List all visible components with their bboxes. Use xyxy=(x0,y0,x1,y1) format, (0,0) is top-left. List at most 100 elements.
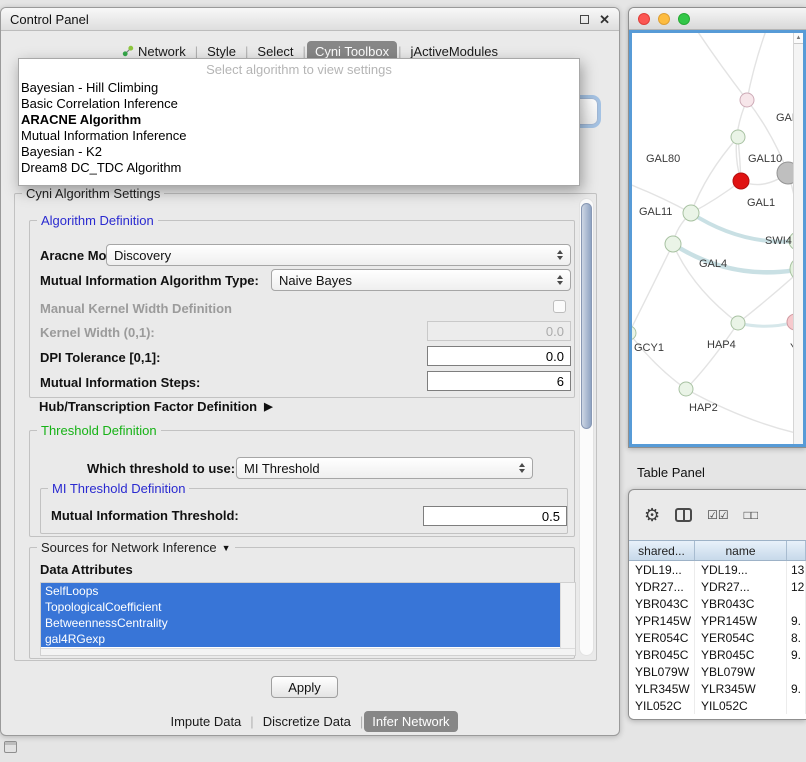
table-cell: 8. xyxy=(787,629,806,646)
column-header[interactable]: name xyxy=(695,541,787,560)
network-node[interactable] xyxy=(683,205,699,221)
mi-threshold-title: MI Threshold Definition xyxy=(48,481,189,496)
column-header[interactable]: shared... xyxy=(629,541,695,560)
table-cell xyxy=(787,697,806,714)
tab-label: jActiveModules xyxy=(411,44,498,59)
network-vertical-scrollbar[interactable]: ▲ xyxy=(793,33,803,444)
algorithm-option[interactable]: Basic Correlation Inference xyxy=(19,96,579,112)
close-icon[interactable]: ✕ xyxy=(599,13,610,26)
algorithm-option[interactable]: Bayesian - Hill Climbing xyxy=(19,80,579,96)
network-titlebar[interactable] xyxy=(629,8,806,30)
network-edge[interactable] xyxy=(673,244,738,323)
network-graph[interactable]: GALGAL80GAL10GAL11GAL1SWI4GAL4GCY1HAP4HA… xyxy=(632,33,793,446)
gear-icon[interactable]: ⚙ xyxy=(644,506,660,524)
attributes-vertical-scrollbar[interactable] xyxy=(560,583,575,648)
network-edge[interactable] xyxy=(747,33,768,100)
algorithm-option[interactable]: Dream8 DC_TDC Algorithm xyxy=(19,160,579,176)
network-node[interactable] xyxy=(777,162,793,184)
network-edge[interactable] xyxy=(632,244,673,333)
table-cell: YDL19... xyxy=(695,561,787,578)
column-header[interactable] xyxy=(787,541,806,560)
dropdown-options: Bayesian - Hill ClimbingBasic Correlatio… xyxy=(19,80,579,176)
zoom-traffic-light-icon[interactable] xyxy=(678,13,690,25)
node-label: SWI4 xyxy=(765,235,792,247)
minimized-panel-icon[interactable] xyxy=(4,741,17,753)
network-edge[interactable] xyxy=(738,322,793,326)
data-attribute-item[interactable]: gal4RGexp xyxy=(41,631,560,647)
aracne-mode-combo[interactable]: Discovery xyxy=(106,244,571,266)
select-all-rows-icon[interactable]: ☑☑ xyxy=(707,508,729,522)
bottom-tab-impute-data[interactable]: Impute Data xyxy=(162,711,249,732)
close-traffic-light-icon[interactable] xyxy=(638,13,650,25)
bottom-tab-bar: Impute Data|Discretize Data|Infer Networ… xyxy=(1,709,619,733)
mi-threshold-field[interactable] xyxy=(423,506,567,526)
collapse-down-icon[interactable]: ▼ xyxy=(222,543,231,553)
settings-scrollbar[interactable] xyxy=(579,198,594,656)
table-cell: YBL079W xyxy=(629,663,695,680)
network-edge[interactable] xyxy=(673,244,793,272)
control-panel-title: Control Panel xyxy=(10,12,89,27)
network-edge[interactable] xyxy=(738,269,793,323)
mi-steps-field[interactable] xyxy=(427,371,571,391)
network-edge[interactable] xyxy=(686,323,738,389)
network-node[interactable] xyxy=(632,326,636,340)
scrollbar-thumb[interactable] xyxy=(581,203,592,429)
minimize-traffic-light-icon[interactable] xyxy=(658,13,670,25)
sources-title-text: Sources for Network Inference xyxy=(41,540,217,555)
data-attributes-list[interactable]: SelfLoopsTopologicalCoefficientBetweenne… xyxy=(40,582,576,656)
table-row[interactable]: YBR043CYBR043C xyxy=(629,595,806,612)
table-row[interactable]: YLR345WYLR345W9. xyxy=(629,680,806,697)
data-attribute-item[interactable]: TopologicalCoefficient xyxy=(41,599,560,615)
network-node[interactable] xyxy=(731,316,745,330)
columns-icon[interactable] xyxy=(675,508,692,522)
float-window-icon[interactable] xyxy=(580,15,589,24)
table-cell: YBL079W xyxy=(695,663,787,680)
network-edge[interactable] xyxy=(691,137,738,213)
data-attribute-item[interactable]: SelfLoops xyxy=(41,583,560,599)
table-cell: YBR045C xyxy=(695,646,787,663)
network-node[interactable] xyxy=(665,236,681,252)
table-cell xyxy=(787,595,806,612)
attributes-horizontal-scrollbar[interactable] xyxy=(41,648,575,655)
control-panel-titlebar[interactable]: Control Panel ✕ xyxy=(1,8,619,31)
network-edge[interactable] xyxy=(692,33,747,100)
dpi-tolerance-field[interactable] xyxy=(427,346,571,366)
table-body: YDL19...YDL19...13YDR27...YDR27...12YBR0… xyxy=(629,561,806,719)
table-cell: YIL052C xyxy=(629,697,695,714)
node-label: GAL1 xyxy=(747,197,775,209)
bottom-tab-discretize-data[interactable]: Discretize Data xyxy=(255,711,359,732)
network-node[interactable] xyxy=(740,93,754,107)
network-node[interactable] xyxy=(731,130,745,144)
apply-button[interactable]: Apply xyxy=(271,676,338,698)
data-attribute-item[interactable]: BetweennessCentrality xyxy=(41,615,560,631)
tab-divider: | xyxy=(397,44,402,59)
mi-steps-label: Mutual Information Steps: xyxy=(40,375,200,391)
clear-selection-icon[interactable]: □□ xyxy=(744,508,759,522)
threshold-definition-title: Threshold Definition xyxy=(37,423,161,438)
mi-type-combo[interactable]: Naive Bayes xyxy=(271,269,571,291)
table-row[interactable]: YIL052CYIL052C xyxy=(629,697,806,714)
algorithm-option[interactable]: ARACNE Algorithm xyxy=(19,112,579,128)
aracne-mode-value: Discovery xyxy=(114,248,171,263)
node-label: GAL80 xyxy=(646,153,680,165)
table-cell: YBR043C xyxy=(629,595,695,612)
scroll-up-arrow-icon[interactable]: ▲ xyxy=(794,33,803,44)
table-row[interactable]: YER054CYER054C8. xyxy=(629,629,806,646)
bottom-tab-infer-network[interactable]: Infer Network xyxy=(364,711,457,732)
which-threshold-combo[interactable]: MI Threshold xyxy=(236,457,533,479)
network-node[interactable] xyxy=(733,173,749,189)
table-row[interactable]: YBL079WYBL079W xyxy=(629,663,806,680)
table-cell: 9. xyxy=(787,612,806,629)
sources-group: Sources for Network Inference ▼ Data Att… xyxy=(29,547,575,659)
table-row[interactable]: YBR045CYBR045C9. xyxy=(629,646,806,663)
table-panel-title: Table Panel xyxy=(637,465,705,480)
table-row[interactable]: YPR145WYPR145W9. xyxy=(629,612,806,629)
algorithm-option[interactable]: Mutual Information Inference xyxy=(19,128,579,144)
table-row[interactable]: YDL19...YDL19...13 xyxy=(629,561,806,578)
table-row[interactable]: YDR27...YDR27...12 xyxy=(629,578,806,595)
network-node[interactable] xyxy=(679,382,693,396)
algorithm-option[interactable]: Bayesian - K2 xyxy=(19,144,579,160)
manual-kernel-checkbox[interactable] xyxy=(553,300,566,313)
network-canvas[interactable]: GALGAL80GAL10GAL11GAL1SWI4GAL4GCY1HAP4HA… xyxy=(629,30,806,447)
hub-definition-toggle[interactable]: Hub/Transcription Factor Definition ▶ xyxy=(39,399,273,414)
